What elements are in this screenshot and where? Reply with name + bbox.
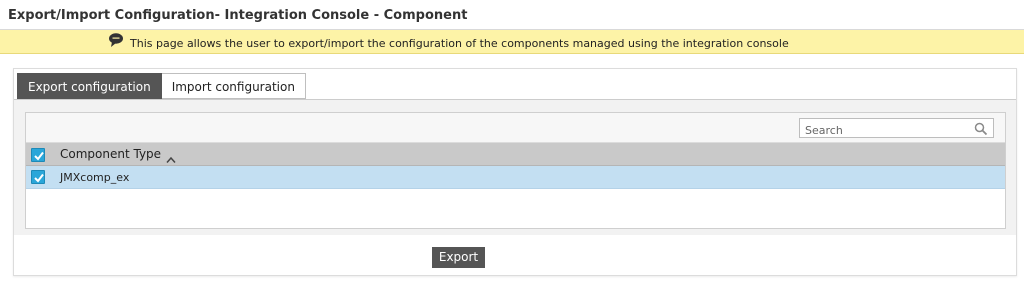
table-row[interactable]: JMXcomp_ex (26, 166, 1005, 189)
check-icon (34, 151, 44, 161)
check-icon (34, 173, 44, 183)
component-grid: Component Type JMXcomp_ex (25, 112, 1006, 229)
component-type-cell: JMXcomp_ex (60, 171, 130, 184)
grid-toolbar (26, 113, 1005, 143)
page-title: Export/Import Configuration- Integration… (0, 0, 1024, 30)
tab-bar: Export configuration Import configuratio… (17, 73, 306, 99)
info-message: This page allows the user to export/impo… (130, 37, 789, 50)
select-all-checkbox[interactable] (31, 148, 45, 162)
search-box (799, 118, 994, 140)
search-icon[interactable] (974, 121, 988, 136)
row-checkbox[interactable] (31, 170, 45, 184)
grid-header: Component Type (26, 143, 1005, 166)
column-header-component-type[interactable]: Component Type (60, 147, 161, 161)
tab-content: Component Type JMXcomp_ex (14, 99, 1016, 235)
tab-export-configuration[interactable]: Export configuration (17, 73, 162, 99)
export-button[interactable]: Export (432, 247, 485, 268)
tab-import-configuration[interactable]: Import configuration (161, 73, 306, 99)
configuration-panel: Export configuration Import configuratio… (13, 68, 1017, 276)
chevron-up-icon[interactable] (166, 149, 176, 163)
info-banner: This page allows the user to export/impo… (0, 30, 1024, 54)
search-input[interactable] (800, 121, 970, 140)
page-title-text: Export/Import Configuration- Integration… (8, 8, 468, 23)
speech-bubble-icon (108, 32, 124, 48)
